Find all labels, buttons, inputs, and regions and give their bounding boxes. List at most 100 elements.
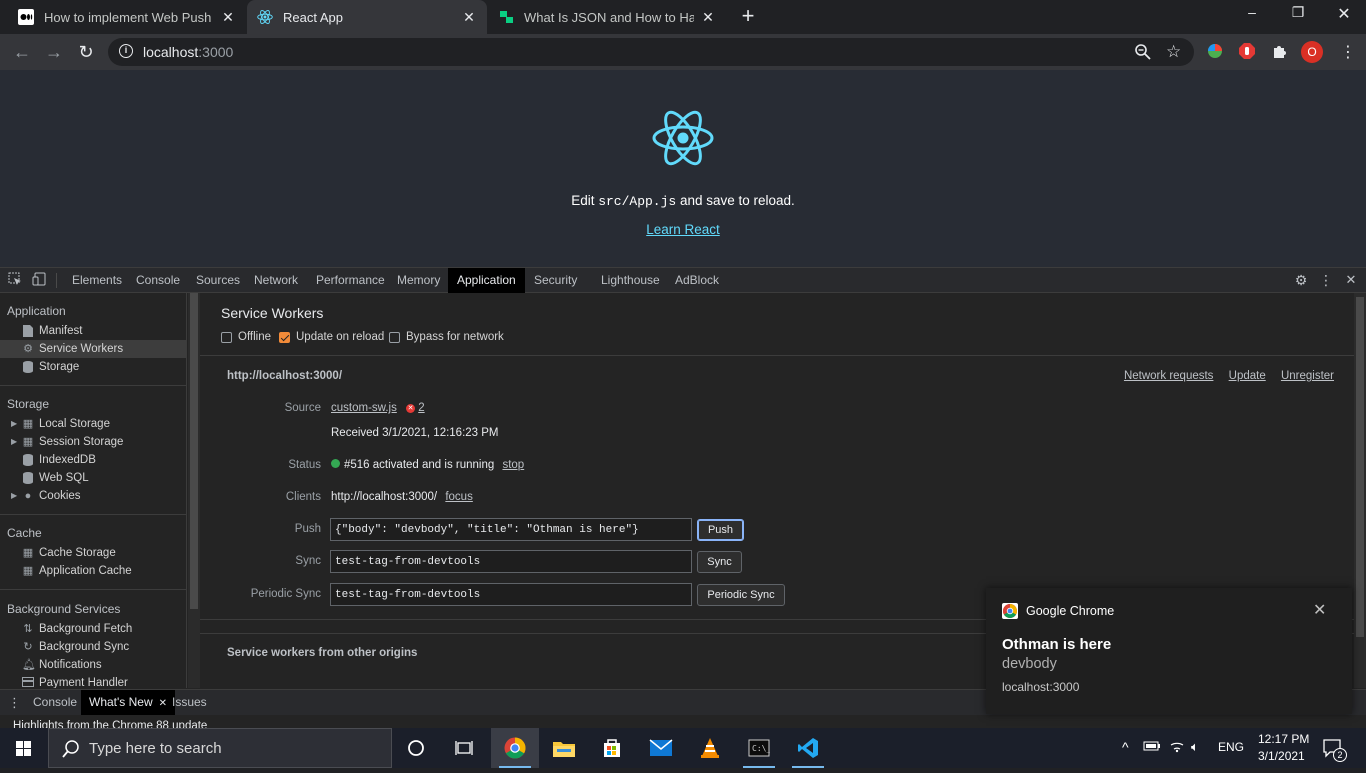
close-devtools-icon[interactable]: ✕ [1343,272,1359,288]
tab-network[interactable]: Network [245,268,307,293]
extension-color-icon[interactable] [1206,42,1226,62]
sidebar-item-background-sync[interactable]: ↻ Background Sync [0,638,186,656]
vlc-icon[interactable] [686,728,734,768]
device-toolbar-icon[interactable] [31,272,47,288]
update-link[interactable]: Update [1229,370,1266,382]
language-indicator[interactable]: ENG [1218,740,1244,754]
taskbar-search-box[interactable]: Type here to search [48,728,392,768]
sidebar-item-cookies[interactable]: ▶ ● Cookies [0,487,186,505]
clock-time[interactable]: 12:17 PM [1258,732,1309,746]
vscode-icon[interactable] [784,728,832,768]
sidebar-item-local-storage[interactable]: ▶ ▦ Local Storage [0,415,186,433]
stop-link[interactable]: stop [502,459,524,471]
tab-sources[interactable]: Sources [187,268,249,293]
push-button[interactable]: Push [697,519,744,541]
checkbox-box-checked[interactable] [279,331,290,343]
close-window-button[interactable]: ✕ [1321,4,1366,26]
show-hidden-icons[interactable]: ^ [1122,739,1129,755]
checkbox-box[interactable] [221,331,232,343]
close-tab-icon[interactable]: ✕ [461,9,477,26]
volume-icon[interactable]: 🔈︎ [1191,739,1199,755]
start-button[interactable] [0,728,48,768]
expand-triangle-icon[interactable]: ▶ [11,487,17,505]
inspect-element-icon[interactable] [7,272,23,288]
expand-triangle-icon[interactable]: ▶ [11,433,17,451]
drawer-tab-issues[interactable]: Issues [164,690,215,715]
mail-icon[interactable] [637,728,685,768]
tab-react-app[interactable]: React App ✕ [247,0,487,34]
bookmark-star-icon[interactable]: ☆ [1166,42,1186,62]
update-on-reload-checkbox[interactable]: Update on reload [279,331,384,343]
learn-react-link[interactable]: Learn React [0,222,1366,237]
new-tab-button[interactable]: + [736,5,760,29]
focus-link[interactable]: focus [445,491,473,503]
sidebar-item-background-fetch[interactable]: ⇅ Background Fetch [0,620,186,638]
offline-checkbox[interactable]: Offline [221,331,271,343]
sidebar-item-notifications[interactable]: 🔔︎ Notifications [0,656,186,674]
wifi-icon[interactable] [1169,739,1185,756]
tab-json[interactable]: What Is JSON and How to Handle ✕ [488,0,726,34]
checkbox-box[interactable] [389,331,400,343]
task-view-icon[interactable] [440,728,488,768]
scrollbar-thumb[interactable] [1356,297,1364,637]
sidebar-item-storage[interactable]: Storage [0,358,186,376]
file-explorer-icon[interactable] [540,728,588,768]
tab-console[interactable]: Console [127,268,189,293]
cortana-icon[interactable] [392,728,440,768]
close-tab-icon[interactable]: ✕ [700,9,716,26]
puzzle-extensions-icon[interactable] [1270,42,1290,62]
forward-icon[interactable]: → [42,40,66,64]
tab-web-push[interactable]: How to implement Web Push No ✕ [8,0,246,34]
push-data-input[interactable]: {"body": "devbody", "title": "Othman is … [330,518,692,541]
address-bar[interactable]: i localhost:3000 ☆ [108,38,1194,66]
drawer-menu-icon[interactable]: ⋮ [8,690,21,715]
maximize-button[interactable]: ❐ [1275,4,1321,26]
panel-scrollbar[interactable] [1354,293,1366,688]
periodic-sync-button[interactable]: Periodic Sync [697,584,785,606]
tab-performance[interactable]: Performance [307,268,394,293]
sync-button[interactable]: Sync [697,551,742,573]
unregister-link[interactable]: Unregister [1281,370,1334,382]
chrome-taskbar-icon[interactable] [491,728,539,768]
close-tab-icon[interactable]: ✕ [220,9,236,26]
profile-avatar[interactable]: O [1301,41,1323,63]
battery-icon[interactable] [1143,739,1161,756]
expand-triangle-icon[interactable]: ▶ [11,415,17,433]
minimize-button[interactable]: – [1229,4,1275,26]
sidebar-item-web-sql[interactable]: Web SQL [0,469,186,487]
tab-lighthouse[interactable]: Lighthouse [592,268,669,293]
tab-adblock[interactable]: AdBlock [666,268,728,293]
bypass-for-network-checkbox[interactable]: Bypass for network [389,331,504,343]
source-file-link[interactable]: custom-sw.js [331,402,397,414]
sidebar-item-session-storage[interactable]: ▶ ▦ Session Storage [0,433,186,451]
back-icon[interactable]: ← [10,40,34,64]
sidebar-item-service-workers[interactable]: ⚙ Service Workers [0,340,186,358]
sidebar-item-application-cache[interactable]: ▦ Application Cache [0,562,186,580]
close-notification-icon[interactable]: ✕ [1313,600,1326,620]
push-notification-toast[interactable]: Google Chrome ✕ Othman is here devbody l… [986,588,1352,714]
network-requests-link[interactable]: Network requests [1124,370,1213,382]
error-count-link[interactable]: 2 [418,402,424,414]
sync-tag-input[interactable]: test-tag-from-devtools [330,550,692,573]
adblock-icon[interactable] [1238,42,1258,62]
info-icon[interactable]: i [119,44,133,58]
clock-date[interactable]: 3/1/2021 [1258,749,1305,763]
tab-security[interactable]: Security [525,268,586,293]
settings-gear-icon[interactable]: ⚙ [1293,272,1309,288]
tab-application[interactable]: Application [448,268,525,293]
devtools-menu-icon[interactable]: ⋮ [1318,272,1334,288]
terminal-icon[interactable]: C:\_ [735,728,783,768]
sidebar-scrollbar[interactable] [188,293,200,688]
sidebar-item-payment-handler[interactable]: Payment Handler [0,674,186,688]
reload-icon[interactable]: ↻ [74,40,98,64]
other-origins-heading[interactable]: Service workers from other origins [227,647,417,659]
store-icon[interactable] [588,728,636,768]
drawer-tab-whats-new[interactable]: What's New ✕ [81,690,176,715]
sidebar-item-cache-storage[interactable]: ▦ Cache Storage [0,544,186,562]
more-menu-icon[interactable]: ⋮ [1338,42,1358,62]
sidebar-item-indexeddb[interactable]: IndexedDB [0,451,186,469]
tab-memory[interactable]: Memory [388,268,449,293]
scrollbar-thumb[interactable] [190,293,198,609]
periodic-sync-tag-input[interactable]: test-tag-from-devtools [330,583,692,606]
sidebar-item-manifest[interactable]: Manifest [0,322,186,340]
